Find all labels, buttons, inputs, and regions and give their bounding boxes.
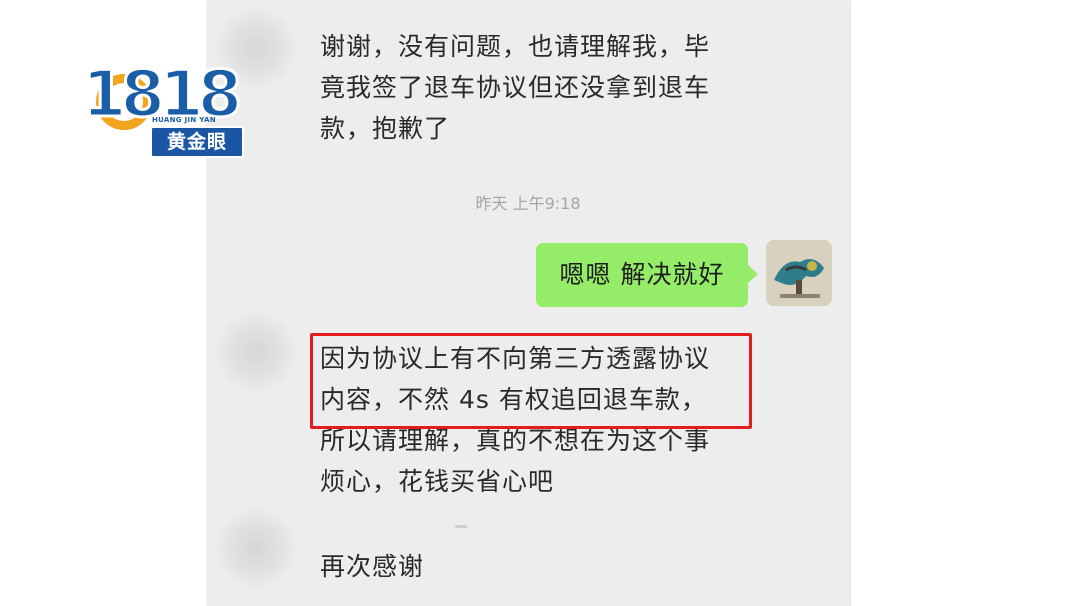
sent-message-bubble[interactable]: 嗯嗯 解决就好 [536,243,758,307]
red-highlight-box [310,333,752,429]
video-frame: 谢谢，没有问题，也请理解我，毕 竟我签了退车协议但还没拿到退车 款，抱歉了 昨天… [0,0,1075,606]
my-avatar[interactable] [766,240,832,306]
user-photo-avatar-icon [766,240,832,306]
logo-pinyin: HUANG JIN YAN [152,116,216,124]
message-timestamp: 昨天 上午9:18 [475,194,581,213]
logo-banner: 黄金眼 [150,126,244,158]
channel-logo: 1818 HUANG JIN YAN 黄金眼 [80,59,257,160]
divider-mark [455,525,467,528]
received-message-3: 再次感谢 [320,552,425,581]
panel-divider [850,0,851,606]
contact-avatar[interactable] [216,508,296,588]
contact-avatar[interactable] [216,312,296,392]
sent-message-text: 嗯嗯 解决就好 [559,260,725,289]
received-message-1: 谢谢，没有问题，也请理解我，毕 竟我签了退车协议但还没拿到退车 款，抱歉了 [320,32,711,143]
